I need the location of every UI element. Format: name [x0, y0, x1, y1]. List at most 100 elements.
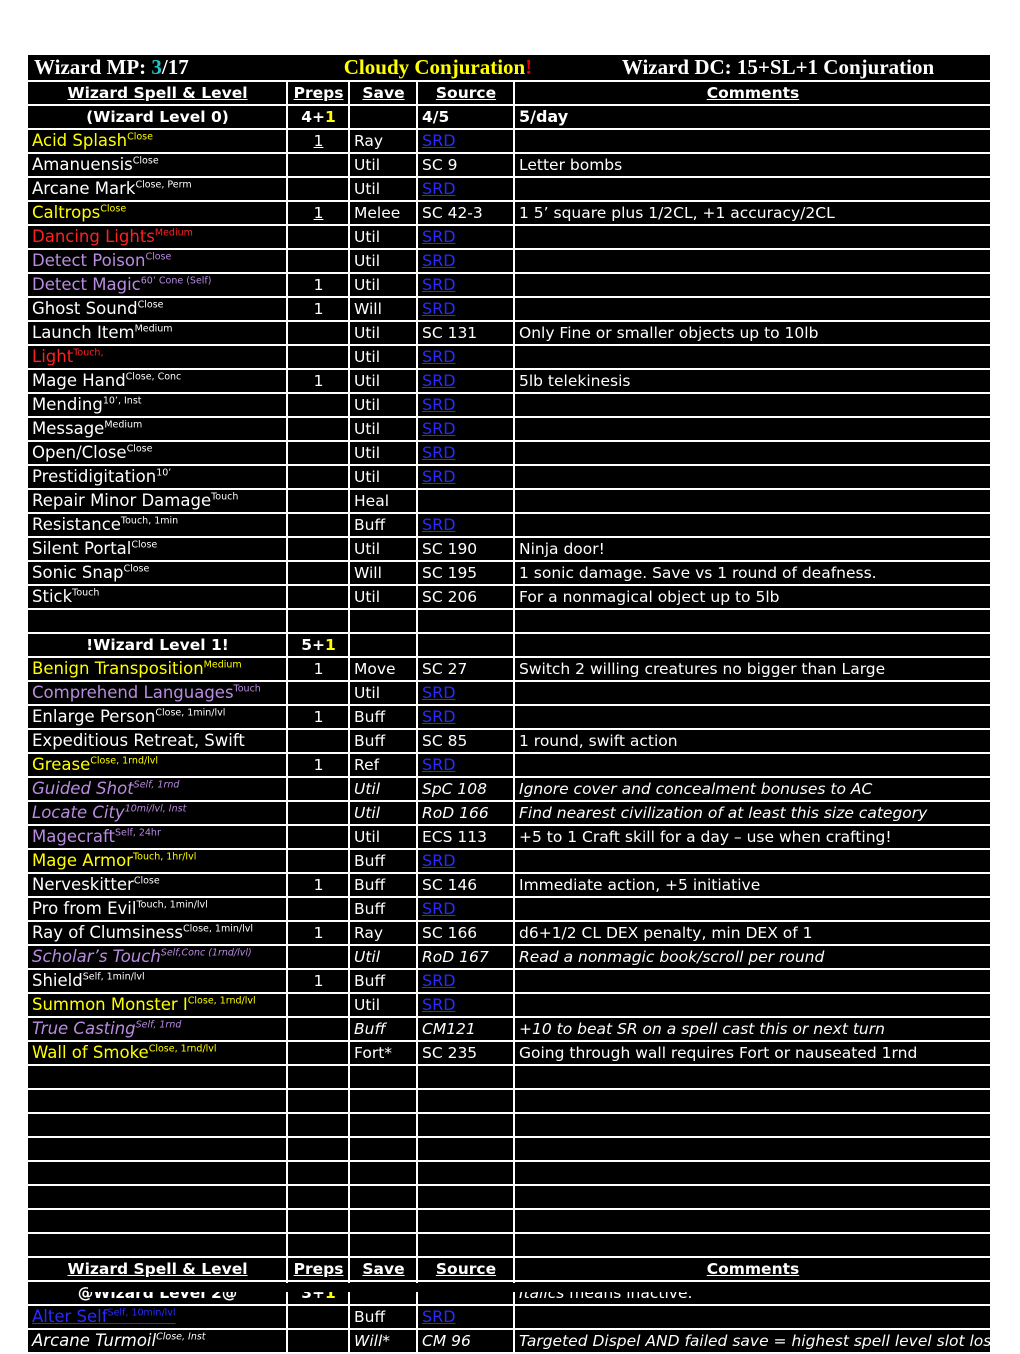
spell-name-cell[interactable]: Pro from EvilTouch, 1min/lvl	[28, 898, 288, 922]
spell-source-cell[interactable]: SRD	[418, 346, 515, 370]
spell-preps-cell[interactable]	[288, 394, 350, 418]
spell-preps-cell[interactable]: 1	[288, 202, 350, 226]
spell-name-cell[interactable]: Locate City10mi/lvl, Inst	[28, 802, 288, 826]
spell-name-cell[interactable]: Alter SelfSelf, 10min/lvl	[28, 1306, 288, 1330]
spell-name-cell[interactable]: Prestidigitation10’	[28, 466, 288, 490]
spell-source-cell[interactable]: SRD	[418, 274, 515, 298]
spell-source-cell[interactable]: SRD	[418, 754, 515, 778]
spell-name-cell[interactable]: Silent PortalClose	[28, 538, 288, 562]
column-header-save[interactable]: Save	[350, 1258, 418, 1282]
spell-source-cell[interactable]: SRD	[418, 466, 515, 490]
spell-name-cell[interactable]: GreaseClose, 1rnd/lvl	[28, 754, 288, 778]
spell-name-cell[interactable]: Expeditious Retreat, Swift	[28, 730, 288, 754]
spell-preps-cell[interactable]	[288, 586, 350, 610]
spell-preps-cell[interactable]	[288, 994, 350, 1018]
spell-preps-cell[interactable]	[288, 250, 350, 274]
spell-preps-cell[interactable]	[288, 226, 350, 250]
spell-source-cell[interactable]: SRD	[418, 226, 515, 250]
spell-source-cell[interactable]: SRD	[418, 994, 515, 1018]
spell-source-cell[interactable]: SRD	[418, 370, 515, 394]
spell-source-cell[interactable]: SRD	[418, 682, 515, 706]
spell-name-cell[interactable]: Dancing LightsMedium	[28, 226, 288, 250]
spell-preps-cell[interactable]: 1	[288, 298, 350, 322]
spell-name-cell[interactable]: ShieldSelf, 1min/lvl	[28, 970, 288, 994]
spell-preps-cell[interactable]: 1	[288, 370, 350, 394]
spell-source-cell[interactable]: SRD	[418, 970, 515, 994]
spell-preps-cell[interactable]	[288, 1042, 350, 1066]
spell-name-cell[interactable]: Arcane TurmoilClose, Inst	[28, 1330, 288, 1354]
spell-name-cell[interactable]: MessageMedium	[28, 418, 288, 442]
spell-source-cell[interactable]: SRD	[418, 514, 515, 538]
spell-name-cell[interactable]: Open/CloseClose	[28, 442, 288, 466]
spell-preps-cell[interactable]	[288, 490, 350, 514]
column-header-preps[interactable]: Preps	[288, 1258, 350, 1282]
spell-name-cell[interactable]: Comprehend LanguagesTouch	[28, 682, 288, 706]
spell-name-cell[interactable]: Ray of ClumsinessClose, 1min/lvl	[28, 922, 288, 946]
spell-source-cell[interactable]: SRD	[418, 250, 515, 274]
spell-name-cell[interactable]: Ghost SoundClose	[28, 298, 288, 322]
spell-preps-cell[interactable]	[288, 178, 350, 202]
column-header-comments[interactable]: Comments	[515, 1258, 990, 1282]
spell-name-cell[interactable]: ResistanceTouch, 1min	[28, 514, 288, 538]
spell-name-cell[interactable]: Summon Monster IClose, 1rnd/lvl	[28, 994, 288, 1018]
spell-preps-cell[interactable]	[288, 466, 350, 490]
spell-name-cell[interactable]: CaltropsClose	[28, 202, 288, 226]
spell-name-cell[interactable]: Benign TranspositionMedium	[28, 658, 288, 682]
spell-source-cell[interactable]: SRD	[418, 298, 515, 322]
spell-preps-cell[interactable]	[288, 418, 350, 442]
spell-preps-cell[interactable]: 1	[288, 658, 350, 682]
spell-name-cell[interactable]: Mage ArmorTouch, 1hr/lvl	[28, 850, 288, 874]
spell-name-cell[interactable]: Repair Minor DamageTouch	[28, 490, 288, 514]
spell-name-cell[interactable]: Mending10’, Inst	[28, 394, 288, 418]
spell-preps-cell[interactable]	[288, 562, 350, 586]
spell-source-cell[interactable]: SRD	[418, 1306, 515, 1330]
spell-name-cell[interactable]: Acid SplashClose	[28, 130, 288, 154]
column-header-name[interactable]: Wizard Spell & Level	[28, 1258, 288, 1282]
spell-source-cell[interactable]: SRD	[418, 130, 515, 154]
spell-preps-cell[interactable]	[288, 946, 350, 970]
spell-preps-cell[interactable]: 1	[288, 874, 350, 898]
spell-name-cell[interactable]: Scholar’s TouchSelf,Conc (1rnd/lvl)	[28, 946, 288, 970]
spell-name-cell[interactable]: MagecraftSelf, 24hr	[28, 826, 288, 850]
spell-name-cell[interactable]: AmanuensisClose	[28, 154, 288, 178]
spell-preps-cell[interactable]: 1	[288, 274, 350, 298]
spell-preps-cell[interactable]: 1	[288, 922, 350, 946]
spell-preps-cell[interactable]	[288, 682, 350, 706]
spell-preps-cell[interactable]	[288, 514, 350, 538]
column-header-source[interactable]: Source	[418, 1258, 515, 1282]
spell-name-cell[interactable]: Mage HandClose, Conc	[28, 370, 288, 394]
spell-name-cell[interactable]: Guided ShotSelf, 1rnd	[28, 778, 288, 802]
spell-preps-cell[interactable]	[288, 346, 350, 370]
spell-name-cell[interactable]: StickTouch	[28, 586, 288, 610]
column-header-preps[interactable]: Preps	[288, 82, 350, 106]
spell-preps-cell[interactable]	[288, 1306, 350, 1330]
spell-source-cell[interactable]: SRD	[418, 394, 515, 418]
spell-source-cell[interactable]: SRD	[418, 418, 515, 442]
spell-preps-cell[interactable]: 1	[288, 754, 350, 778]
spell-preps-cell[interactable]: 1	[288, 706, 350, 730]
spell-name-cell[interactable]: Launch ItemMedium	[28, 322, 288, 346]
column-header-comments[interactable]: Comments	[515, 82, 990, 106]
spell-name-cell[interactable]: NerveskitterClose	[28, 874, 288, 898]
spell-preps-cell[interactable]	[288, 442, 350, 466]
spell-preps-cell[interactable]	[288, 850, 350, 874]
spell-preps-cell[interactable]	[288, 322, 350, 346]
column-header-name[interactable]: Wizard Spell & Level	[28, 82, 288, 106]
spell-preps-cell[interactable]	[288, 154, 350, 178]
spell-preps-cell[interactable]: 1	[288, 970, 350, 994]
column-header-source[interactable]: Source	[418, 82, 515, 106]
spell-source-cell[interactable]: SRD	[418, 850, 515, 874]
spell-name-cell[interactable]: Detect PoisonClose	[28, 250, 288, 274]
spell-name-cell[interactable]: Arcane MarkClose, Perm	[28, 178, 288, 202]
spell-source-cell[interactable]: SRD	[418, 178, 515, 202]
spell-preps-cell[interactable]	[288, 802, 350, 826]
spell-name-cell[interactable]: Wall of SmokeClose, 1rnd/lvl	[28, 1042, 288, 1066]
spell-preps-cell[interactable]	[288, 538, 350, 562]
spell-name-cell[interactable]: True CastingSelf, 1rnd	[28, 1018, 288, 1042]
spell-name-cell[interactable]: LightTouch,	[28, 346, 288, 370]
spell-name-cell[interactable]: Detect Magic60’ Cone (Self)	[28, 274, 288, 298]
spell-preps-cell[interactable]	[288, 1018, 350, 1042]
spell-preps-cell[interactable]	[288, 730, 350, 754]
spell-name-cell[interactable]: Enlarge PersonClose, 1min/lvl	[28, 706, 288, 730]
column-header-save[interactable]: Save	[350, 82, 418, 106]
